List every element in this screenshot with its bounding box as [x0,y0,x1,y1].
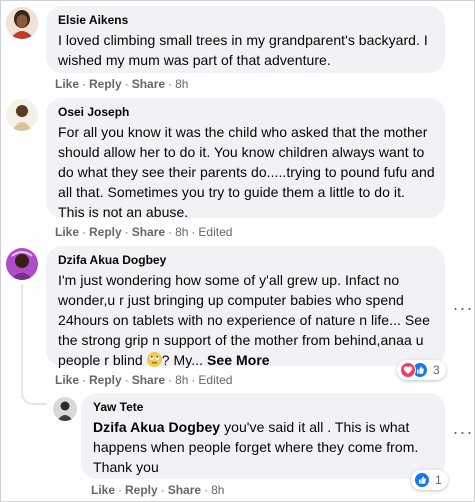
comments-panel: Elsie Aikens I loved climbing small tree… [0,0,475,502]
reply-actions: Like · Reply · Share · 8h [91,483,225,497]
share-button[interactable]: Share [168,483,201,497]
thread-connector [21,284,23,399]
reaction-summary[interactable]: 1 [411,470,448,490]
reply-button[interactable]: Reply [89,225,122,239]
avatar-dzifa-akua-dogbey[interactable] [6,248,38,280]
thread-connector-curve [21,391,47,405]
face-with-rolling-eyes-emoji-icon [146,352,162,367]
comment-actions: Like · Reply · Share · 8h [55,77,189,91]
comment-bubble-elsie: Elsie Aikens I loved climbing small tree… [46,6,445,73]
timestamp[interactable]: 8h [175,77,188,91]
timestamp[interactable]: 8h [175,225,188,239]
comment-actions: Like · Reply · Share · 8h · Edited [55,373,233,387]
comment-bubble-osei: Osei Joseph For all you know it was the … [46,98,445,220]
reply-text: Dzifa Akua Dogbey you've said it all . T… [93,417,435,477]
profile-photo-icon [6,7,38,39]
more-options-icon[interactable]: ··· [451,423,475,446]
love-reaction-icon [400,362,416,378]
comment-author[interactable]: Elsie Aikens [58,12,435,28]
reaction-summary[interactable]: 3 [397,360,446,380]
comment-text-tail: ? My... [161,352,204,368]
share-button[interactable]: Share [132,77,165,91]
reply-button[interactable]: Reply [125,483,158,497]
like-reaction-icon [414,472,430,488]
avatar-yaw-tete[interactable] [53,397,77,421]
timestamp[interactable]: 8h [175,373,188,387]
reaction-count: 3 [433,363,440,377]
profile-photo-icon [6,99,38,131]
like-button[interactable]: Like [55,373,79,387]
share-button[interactable]: Share [132,373,165,387]
share-button[interactable]: Share [132,225,165,239]
reply-button[interactable]: Reply [89,373,122,387]
reply-bubble-yaw: Yaw Tete Dzifa Akua Dogbey you've said i… [81,393,445,479]
edited-label[interactable]: Edited [198,225,232,239]
mention-link[interactable]: Dzifa Akua Dogbey [93,419,220,435]
comment-author[interactable]: Dzifa Akua Dogbey [58,252,435,268]
reaction-count: 1 [435,473,442,487]
comment-bubble-dzifa: Dzifa Akua Dogbey I'm just wondering how… [46,246,445,368]
see-more-link[interactable]: See More [207,352,270,368]
avatar-osei-joseph[interactable] [6,99,38,131]
timestamp[interactable]: 8h [211,483,224,497]
more-options-icon[interactable]: ··· [451,299,475,322]
comment-text: I loved climbing small trees in my grand… [58,32,428,68]
like-button[interactable]: Like [55,77,79,91]
like-button[interactable]: Like [91,483,115,497]
edited-label[interactable]: Edited [198,373,232,387]
reply-author[interactable]: Yaw Tete [93,399,435,415]
comment-text: I'm just wondering how some of y'all gre… [58,270,435,370]
comment-actions: Like · Reply · Share · 8h · Edited [55,225,233,239]
profile-photo-icon [53,397,77,421]
like-button[interactable]: Like [55,225,79,239]
profile-photo-icon [6,248,38,280]
avatar-elsie-aikens[interactable] [6,7,38,39]
comment-text: For all you know it was the child who as… [58,124,435,220]
reply-button[interactable]: Reply [89,77,122,91]
comment-author[interactable]: Osei Joseph [58,104,435,120]
